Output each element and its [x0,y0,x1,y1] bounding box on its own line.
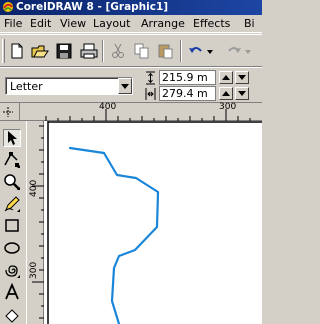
arrow-down-icon [238,75,246,80]
zoom-tool[interactable] [3,173,21,191]
fill-tool[interactable] [3,307,21,324]
width-icon [146,71,155,85]
standard-toolbar [0,34,262,67]
pick-arrow-icon [8,131,17,145]
save-icon[interactable] [55,42,73,60]
paper-size-dropdown-button[interactable] [118,78,132,94]
paper-size-value: Letter [10,80,43,93]
freehand-curve[interactable] [68,146,160,324]
rectangle-icon [5,219,19,232]
coreldraw-app-icon[interactable] [2,1,14,13]
menu-effects[interactable]: Effects [193,17,230,31]
horizontal-ruler[interactable]: 400 300 [44,102,262,121]
menu-arrange[interactable]: Arrange [141,17,185,31]
menu-layout[interactable]: Layout [93,17,130,31]
ellipse-icon [4,242,20,254]
new-icon[interactable] [8,42,26,60]
canvas-drawing [47,121,262,324]
arrow-down-icon [238,91,246,96]
menu-edit[interactable]: Edit [30,17,51,31]
property-bar: Letter 215.9 m 279.4 m [0,67,262,103]
window-title: CorelDRAW 8 - [Graphic1] [16,1,169,13]
menu-view[interactable]: View [60,17,86,31]
paper-size-select[interactable]: Letter [5,77,133,95]
redo-dropdown-icon[interactable] [243,42,253,60]
ellipse-tool[interactable] [3,239,21,257]
freehand-tool[interactable] [3,195,21,213]
flyout-indicator [17,209,20,212]
redo-icon[interactable] [225,42,243,60]
flyout-indicator [17,187,20,190]
ruler-origin-corner[interactable] [0,103,20,121]
pick-tool[interactable] [3,129,21,147]
paper-width-control: 215.9 m [145,70,263,86]
cut-icon[interactable] [109,42,127,60]
height-down-button[interactable] [235,87,249,100]
ruler-origin-icon [3,107,13,117]
print-icon[interactable] [80,42,98,60]
arrow-up-icon [222,91,230,96]
toolbox [0,121,27,324]
width-down-button[interactable] [235,71,249,84]
hruler-label-300: 300 [219,102,237,112]
vruler-label-400: 400 [29,179,39,197]
paper-width-input[interactable]: 215.9 m [159,70,216,85]
menu-file[interactable]: File [4,17,22,31]
chevron-down-icon [121,84,129,89]
text-icon [5,282,19,300]
paint-bucket-icon [5,309,19,323]
height-icon [145,88,156,100]
title-bar: CorelDRAW 8 - [Graphic1] [0,0,262,15]
paper-height-control: 279.4 m [145,86,263,102]
copy-icon[interactable] [133,42,151,60]
undo-icon[interactable] [187,42,205,60]
toolbar-separator [180,40,182,62]
polygon-tool[interactable] [3,261,21,279]
paper-height-input[interactable]: 279.4 m [159,86,216,101]
hruler-label-400: 400 [99,102,117,112]
arrow-up-icon [222,75,230,80]
toolbar-separator [102,40,104,62]
ruler-corner-fill [20,103,44,121]
undo-dropdown-icon[interactable] [205,42,215,60]
toolbar-grip[interactable] [2,39,5,63]
text-tool[interactable] [3,282,21,301]
vruler-label-300: 300 [29,261,39,279]
vertical-ruler-ticks [32,125,44,319]
open-icon[interactable] [31,42,49,60]
paste-icon[interactable] [157,42,175,60]
vertical-ruler[interactable]: 400 300 [27,121,44,324]
rectangle-tool[interactable] [3,217,21,235]
flyout-indicator [17,165,20,168]
drawing-canvas[interactable] [44,121,262,324]
height-up-button[interactable] [219,87,233,100]
shape-tool[interactable] [3,151,21,169]
flyout-indicator [17,275,20,278]
width-up-button[interactable] [219,71,233,84]
menu-bitmaps[interactable]: Bi [244,17,255,31]
menu-bar: File Edit View Layout Arrange Effects Bi [0,15,262,33]
